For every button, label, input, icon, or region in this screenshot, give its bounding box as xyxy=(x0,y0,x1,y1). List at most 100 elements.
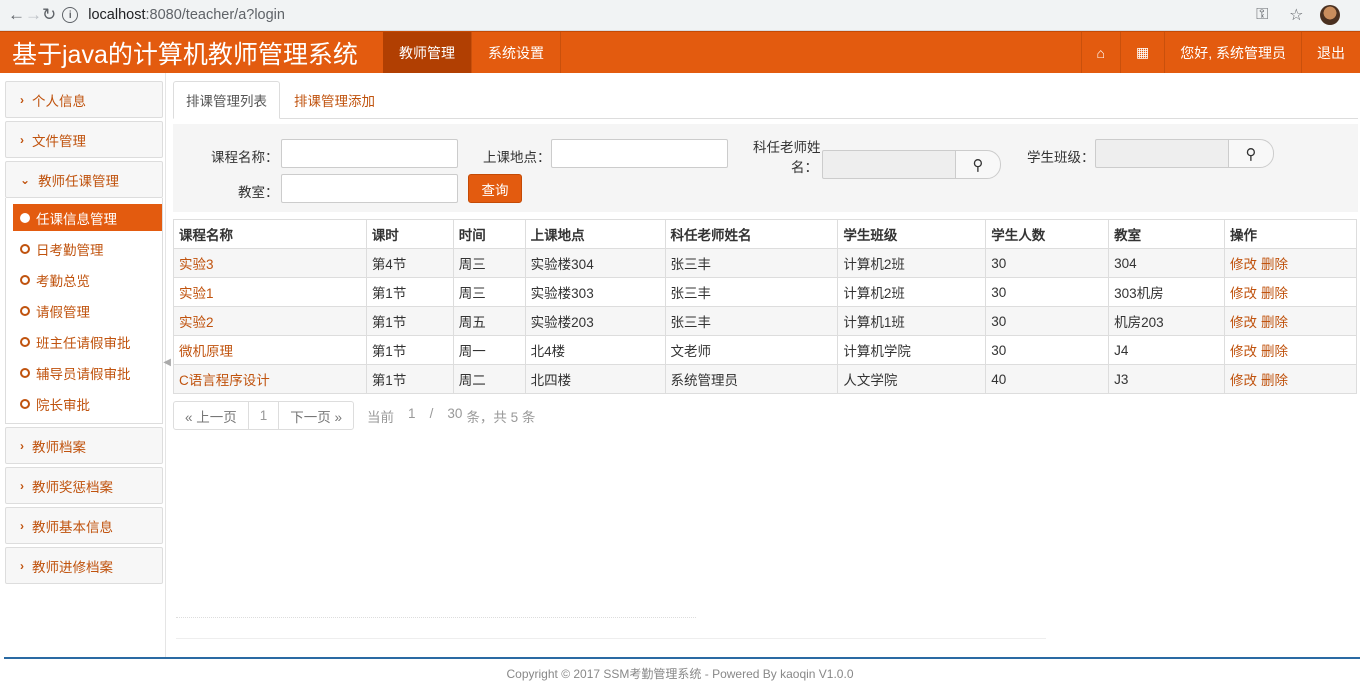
delete-link[interactable]: 删除 xyxy=(1261,315,1288,330)
address-bar[interactable]: i localhost:8080/teacher/a?login xyxy=(62,2,1252,28)
tab-schedule-list[interactable]: 排课管理列表 xyxy=(173,81,280,119)
forward-icon[interactable]: → xyxy=(25,1,42,29)
page-number[interactable]: 1 xyxy=(247,401,280,430)
query-button[interactable]: 查询 xyxy=(468,174,522,203)
col-header[interactable]: 科任老师姓名 xyxy=(664,219,839,249)
sidebar-group-file-management[interactable]: › 文件管理 xyxy=(5,121,163,158)
sidebar-group-rewards-archive[interactable]: › 教师奖惩档案 xyxy=(5,467,163,504)
prev-page-button[interactable]: « 上一页 xyxy=(173,401,249,430)
nav-teacher-management[interactable]: 教师管理 xyxy=(383,32,472,73)
sidebar-item-head-teacher-approval[interactable]: 班主任请假审批 xyxy=(13,326,162,357)
star-icon[interactable]: ☆ xyxy=(1286,5,1306,25)
col-header[interactable]: 课时 xyxy=(365,219,454,249)
table-cell: 第1节 xyxy=(365,364,454,394)
classroom-input[interactable] xyxy=(281,174,458,203)
class-input[interactable] xyxy=(1095,139,1230,168)
edit-link[interactable]: 修改 xyxy=(1230,315,1257,330)
sidebar-group-teacher-archive[interactable]: › 教师档案 xyxy=(5,427,163,464)
delete-link[interactable]: 删除 xyxy=(1261,257,1288,272)
sidebar-item-daily-attendance[interactable]: 日考勤管理 xyxy=(13,233,162,264)
nav-system-settings[interactable]: 系统设置 xyxy=(472,32,561,73)
classroom-label: 教室： xyxy=(238,185,279,200)
sidebar-item-leave-management[interactable]: 请假管理 xyxy=(13,295,162,326)
profile-avatar[interactable] xyxy=(1320,5,1341,25)
course-name-link[interactable]: 实验2 xyxy=(173,306,367,336)
table-cell: 周三 xyxy=(452,277,526,307)
sidebar-group-course-management[interactable]: ⌄ 教师任课管理 xyxy=(5,161,163,198)
grid-icon[interactable]: ▦ xyxy=(1119,32,1164,73)
circle-icon xyxy=(20,367,30,378)
sidebar-item-label: 请假管理 xyxy=(36,304,90,320)
reload-icon[interactable]: ↻ xyxy=(42,1,56,29)
course-name-input[interactable] xyxy=(281,139,458,168)
footer-divider xyxy=(4,657,1360,659)
table-row: 实验2 第1节 周五 实验楼203 张三丰 计算机1班 30 机房203 修改删… xyxy=(173,306,1357,336)
col-header[interactable]: 教室 xyxy=(1108,219,1226,249)
edit-link[interactable]: 修改 xyxy=(1230,286,1257,301)
home-icon[interactable]: ⌂ xyxy=(1080,32,1120,73)
menu-icon[interactable]: ⋮ xyxy=(1354,5,1360,25)
delete-link[interactable]: 删除 xyxy=(1261,344,1288,359)
location-input[interactable] xyxy=(551,139,728,168)
teacher-name-label-line1: 科任老师姓 xyxy=(753,140,821,155)
logout-button[interactable]: 退出 xyxy=(1301,32,1360,73)
edit-link[interactable]: 修改 xyxy=(1230,373,1257,388)
chevron-right-icon: › xyxy=(20,132,24,147)
sidebar-group-personal-info[interactable]: › 个人信息 xyxy=(5,81,163,118)
sidebar-group-label: 文件管理 xyxy=(32,133,86,149)
col-header[interactable]: 学生人数 xyxy=(985,219,1110,249)
col-header: 操作 xyxy=(1224,219,1357,249)
sidebar-group-label: 教师基本信息 xyxy=(32,519,113,535)
sidebar-item-course-info[interactable]: 任课信息管理 xyxy=(13,204,162,231)
sidebar-item-counselor-approval[interactable]: 辅导员请假审批 xyxy=(13,357,162,388)
tab-bar: 排课管理列表 排课管理添加 xyxy=(173,81,1358,119)
teacher-name-input[interactable] xyxy=(822,150,957,179)
key-icon[interactable]: ⚿ xyxy=(1252,6,1272,24)
edit-link[interactable]: 修改 xyxy=(1230,344,1257,359)
pagination-info: 当前 1 / 30 条，共 5 条 xyxy=(367,406,535,426)
url-host: localhost xyxy=(88,7,146,23)
sidebar-item-attendance-overview[interactable]: 考勤总览 xyxy=(13,264,162,295)
table-cell: 303机房 xyxy=(1108,277,1226,307)
table-cell: 北四楼 xyxy=(524,364,666,394)
delete-link[interactable]: 删除 xyxy=(1261,373,1288,388)
teacher-search-button[interactable]: ⚲ xyxy=(955,150,1001,179)
edit-link[interactable]: 修改 xyxy=(1230,257,1257,272)
info-icon[interactable]: i xyxy=(62,7,79,23)
col-header[interactable]: 时间 xyxy=(452,219,526,249)
sidebar-group-basic-info[interactable]: › 教师基本信息 xyxy=(5,507,163,544)
circle-icon xyxy=(20,243,30,254)
sidebar-item-label: 辅导员请假审批 xyxy=(36,366,131,382)
chevron-right-icon: › xyxy=(20,478,24,493)
sidebar-item-label: 考勤总览 xyxy=(36,273,90,289)
sidebar-group-label: 教师奖惩档案 xyxy=(32,479,113,495)
course-name-link[interactable]: 实验1 xyxy=(173,277,367,307)
user-greeting[interactable]: 您好, 系统管理员 xyxy=(1164,32,1301,73)
col-header[interactable]: 上课地点 xyxy=(524,219,666,249)
col-header[interactable]: 学生班级 xyxy=(837,219,987,249)
table-cell: 第1节 xyxy=(365,306,454,336)
location-label: 上课地点： xyxy=(483,150,551,165)
course-name-link[interactable]: 微机原理 xyxy=(173,335,367,365)
actions-cell: 修改 删除 xyxy=(1224,335,1357,365)
browser-toolbar: ← → ↻ i localhost:8080/teacher/a?login ⚿… xyxy=(0,0,1360,31)
class-search-button[interactable]: ⚲ xyxy=(1228,139,1274,168)
next-page-button[interactable]: 下一页 » xyxy=(278,401,355,430)
sidebar-group-training-archive[interactable]: › 教师进修档案 xyxy=(5,547,163,584)
course-name-link[interactable]: 实验3 xyxy=(173,248,367,278)
back-icon[interactable]: ← xyxy=(8,1,25,29)
delete-link[interactable]: 删除 xyxy=(1261,286,1288,301)
app-title: 基于java的计算机教师管理系统 xyxy=(12,40,358,69)
table-row: 实验1 第1节 周三 实验楼303 张三丰 计算机2班 30 303机房 修改删… xyxy=(173,277,1357,307)
col-header[interactable]: 课程名称 xyxy=(173,219,367,249)
table-cell: 第4节 xyxy=(365,248,454,278)
table-cell: 周一 xyxy=(452,335,526,365)
sidebar-group-label: 教师任课管理 xyxy=(38,173,120,189)
pagination-per-page: 30 xyxy=(447,405,463,421)
circle-icon xyxy=(20,212,30,223)
table-cell: 40 xyxy=(985,364,1110,394)
sidebar-item-dean-approval[interactable]: 院长审批 xyxy=(13,388,162,419)
tab-schedule-add[interactable]: 排课管理添加 xyxy=(282,81,387,118)
top-nav: 教师管理 系统设置 xyxy=(383,32,561,73)
course-name-link[interactable]: C语言程序设计 xyxy=(173,364,367,394)
